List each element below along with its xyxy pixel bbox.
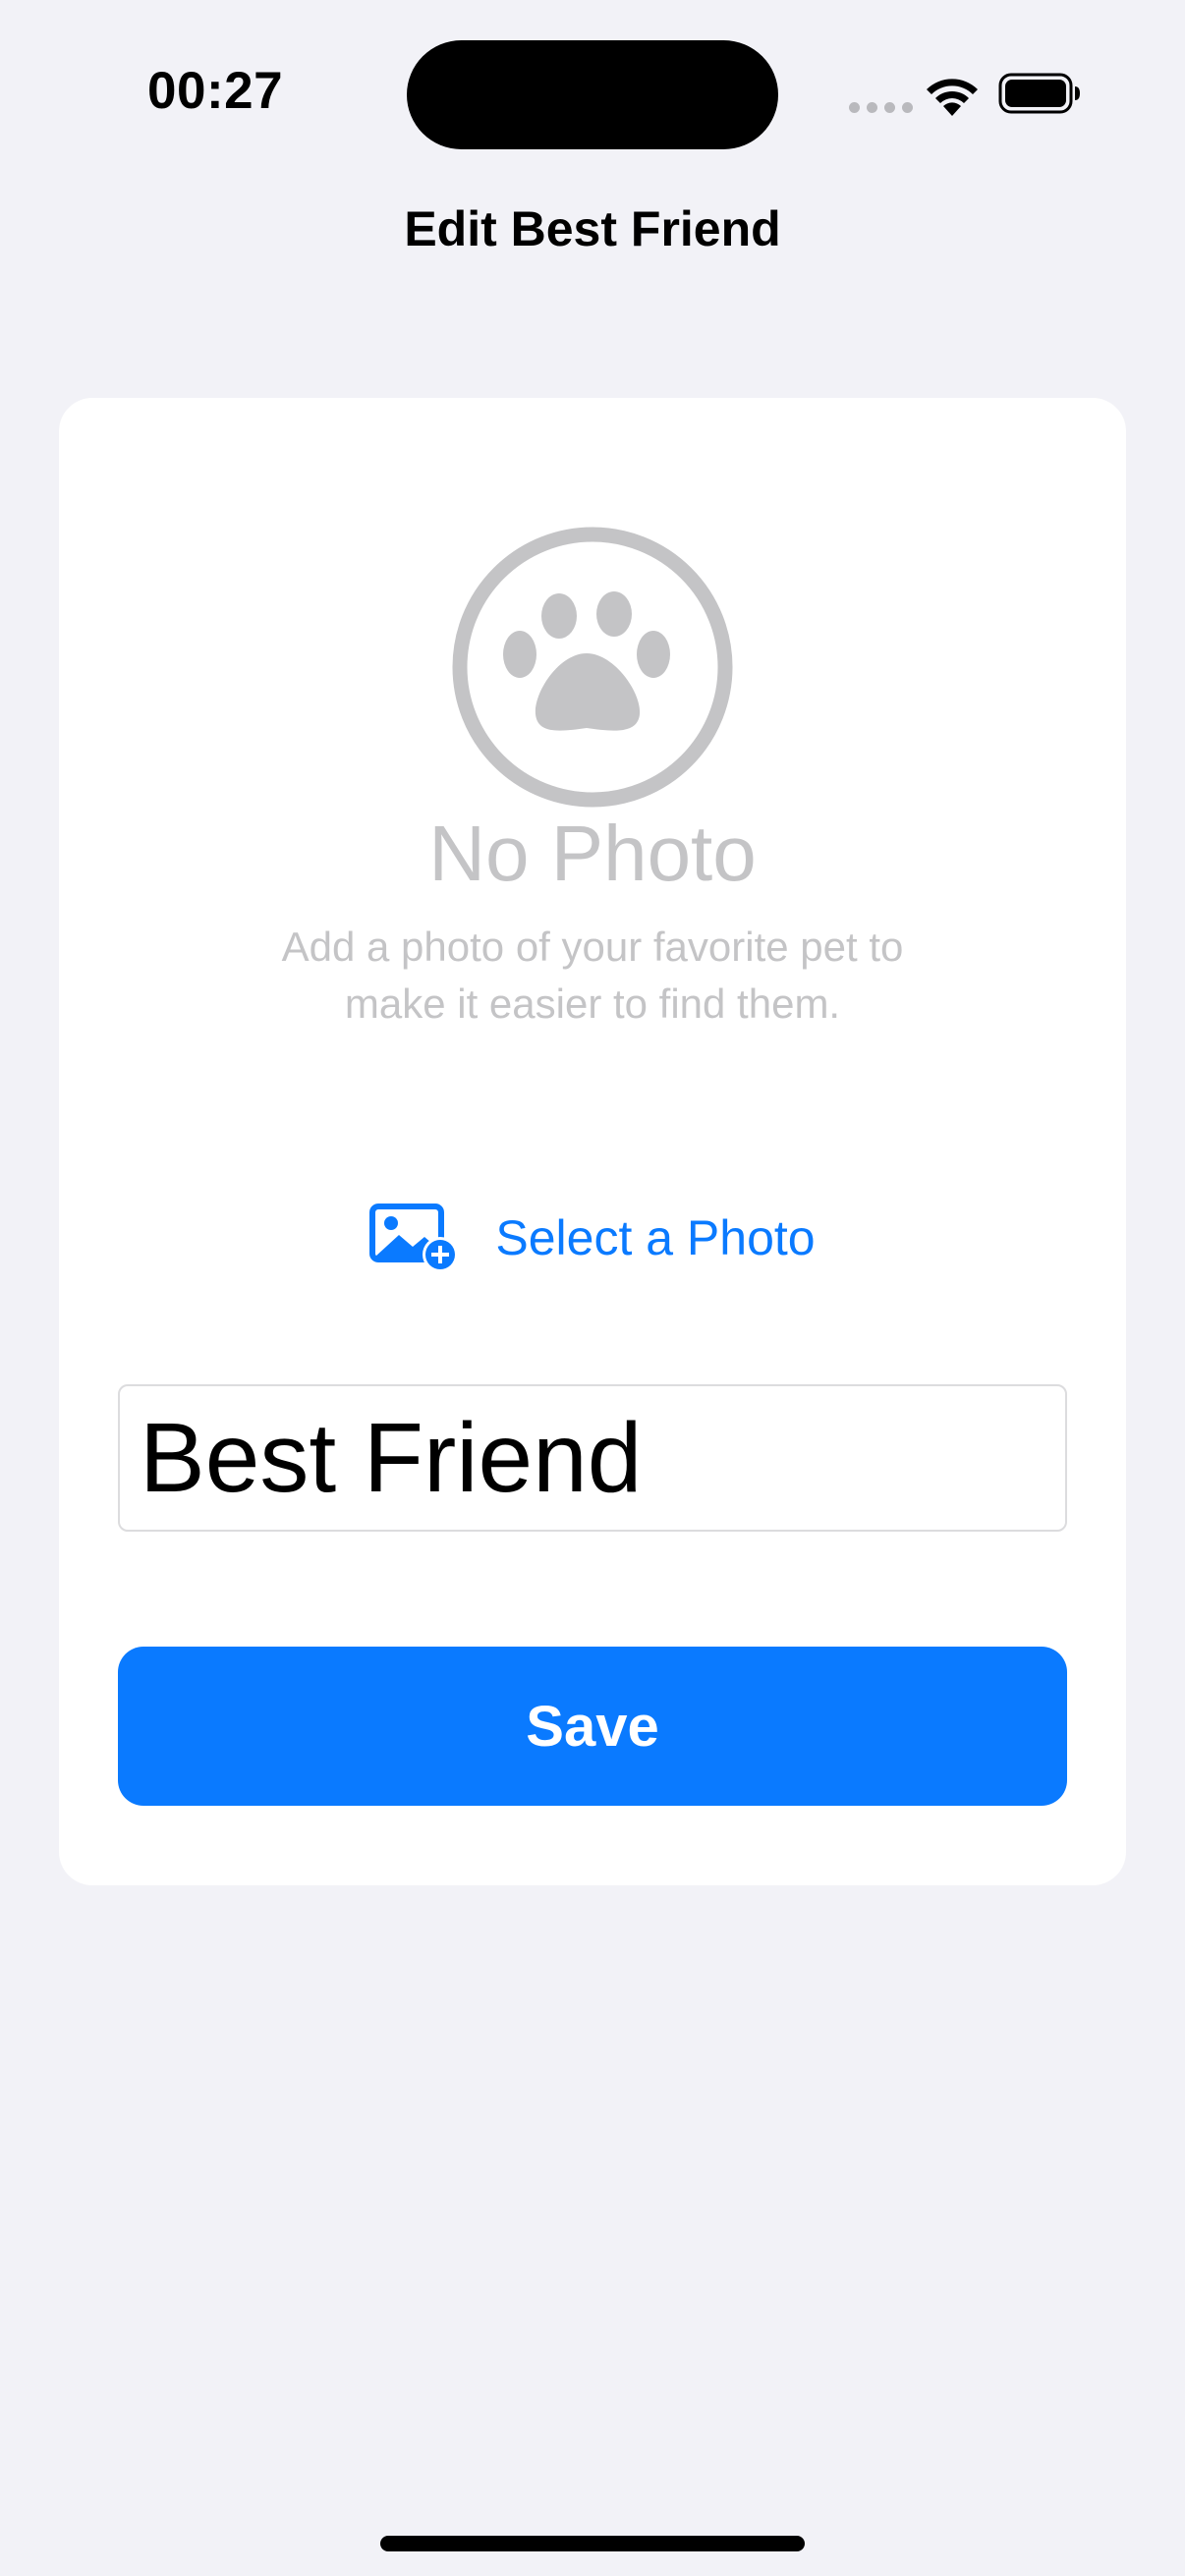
battery-icon [998, 73, 1080, 114]
dynamic-island [407, 40, 778, 149]
status-time: 00:27 [147, 62, 284, 120]
save-button[interactable]: Save [118, 1647, 1067, 1806]
photo-placeholder: No Photo Add a photo of your favorite pe… [59, 526, 1126, 1033]
photo-badge-plus-icon [369, 1204, 459, 1272]
wifi-icon [927, 79, 978, 116]
page-title: Edit Best Friend [404, 201, 781, 256]
select-photo-button[interactable]: Select a Photo [59, 1204, 1126, 1272]
home-indicator[interactable] [380, 2536, 805, 2551]
pet-name-field[interactable] [118, 1384, 1067, 1532]
select-photo-label: Select a Photo [495, 1210, 816, 1265]
no-photo-description: Add a photo of your favorite pet to make… [281, 924, 904, 1027]
pawprint-circle-icon [452, 527, 733, 808]
no-photo-title: No Photo [428, 810, 757, 897]
edit-form-card: No Photo Add a photo of your favorite pe… [59, 398, 1126, 1885]
cellular-signal-icon [849, 102, 913, 113]
